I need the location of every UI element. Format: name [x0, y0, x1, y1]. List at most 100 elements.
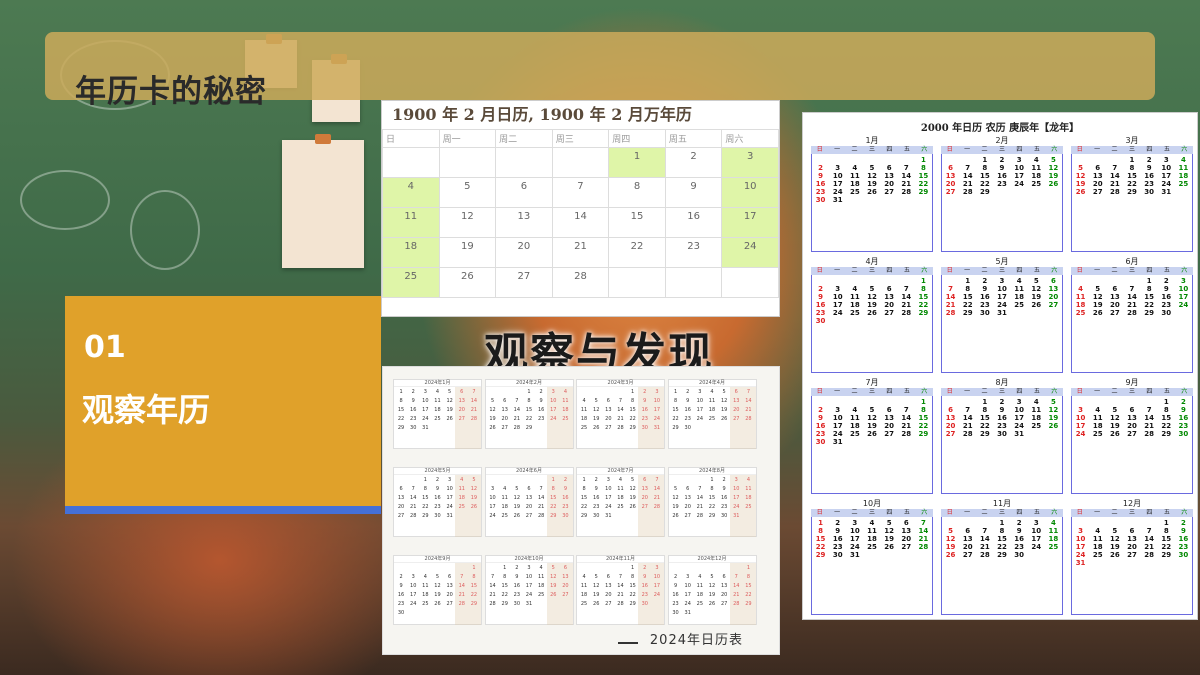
day: 24 — [410, 601, 417, 607]
day: 28 — [537, 513, 545, 519]
day: 17 — [1031, 535, 1042, 543]
day: 3 — [1078, 406, 1083, 414]
month-title: 2024年4月 — [668, 380, 756, 387]
weekday-header: 一 — [1094, 146, 1101, 153]
day: 27 — [684, 513, 691, 519]
day: 12 — [489, 407, 496, 413]
weekday-header: 一 — [964, 146, 971, 153]
day: 14 — [901, 293, 912, 301]
day: 31 — [422, 425, 429, 431]
day: 26 — [513, 513, 521, 519]
day: 20 — [884, 422, 894, 430]
day: 27 — [945, 430, 956, 438]
day: 16 — [1014, 535, 1024, 543]
day: 6 — [503, 398, 507, 404]
day: 11 — [1031, 406, 1042, 414]
day-cell: 23 — [664, 237, 723, 268]
day: 27 — [1109, 309, 1120, 317]
day: 28 — [962, 430, 973, 438]
day: 7 — [515, 398, 519, 404]
day: 14 — [945, 293, 956, 301]
day: 17 — [1075, 422, 1086, 430]
day: 6 — [965, 527, 971, 535]
day: 29 — [422, 513, 429, 519]
day: 11 — [1014, 285, 1024, 293]
day-cell: 11 — [382, 207, 440, 238]
day: 23 — [513, 592, 521, 598]
calendar-1900-header: 1900 年 2 月日历, 1900 年 2 月万年历 — [392, 105, 692, 124]
day: 7 — [920, 519, 926, 527]
day: 29 — [815, 551, 826, 559]
day: 21 — [537, 504, 545, 510]
day: 18 — [501, 504, 508, 510]
day: 31 — [832, 438, 843, 446]
day: 18 — [1031, 172, 1042, 180]
day: 17 — [489, 504, 496, 510]
day: 2 — [999, 156, 1005, 164]
day: 21 — [1127, 301, 1137, 309]
day: 30 — [1161, 309, 1172, 317]
weekday-header: 三 — [868, 146, 875, 153]
weekday-header: 二 — [1111, 388, 1118, 395]
day: 20 — [397, 504, 405, 510]
weekday-header: 日 — [946, 146, 953, 153]
day: 29 — [580, 513, 588, 519]
day: 7 — [1146, 406, 1152, 414]
day: 13 — [446, 583, 453, 589]
day: 23 — [1178, 422, 1189, 430]
day: 29 — [918, 188, 929, 196]
day: 19 — [867, 180, 877, 188]
day: 13 — [884, 414, 894, 422]
day: 30 — [815, 196, 826, 204]
day: 17 — [1161, 172, 1172, 180]
weekday-header: 四 — [1016, 509, 1023, 516]
day: 5 — [1112, 527, 1118, 535]
weekday-header: 三 — [998, 267, 1005, 274]
day: 29 — [979, 188, 990, 196]
day-cell: 12 — [438, 207, 497, 238]
day: 18 — [849, 422, 860, 430]
day: 24 — [849, 543, 860, 551]
month-title: 2024年12月 — [668, 556, 756, 563]
day: 13 — [605, 583, 612, 589]
day: 22 — [1161, 543, 1172, 551]
day: 3 — [1163, 156, 1169, 164]
weekday-header: 六 — [1051, 388, 1058, 395]
day-cell: 19 — [438, 237, 497, 268]
day: 3 — [835, 285, 841, 293]
day: 25 — [1031, 180, 1042, 188]
day: 29 — [997, 551, 1007, 559]
day: 14 — [1144, 535, 1154, 543]
weekday-header: 三 — [868, 509, 875, 516]
day: 27 — [945, 188, 956, 196]
day: 11 — [1031, 164, 1042, 172]
day: 13 — [605, 407, 612, 413]
weekday-header: 六 — [1181, 509, 1188, 516]
day: 19 — [1109, 422, 1120, 430]
day: 26 — [867, 309, 877, 317]
day: 28 — [1144, 551, 1154, 559]
day: 2 — [818, 164, 823, 172]
day: 22 — [918, 422, 929, 430]
day: 3 — [698, 389, 702, 395]
weekday-header: 二 — [981, 388, 988, 395]
day: 4 — [1050, 519, 1056, 527]
day: 16 — [1178, 414, 1189, 422]
weekday-header: 三 — [1128, 267, 1135, 274]
day: 9 — [1180, 406, 1186, 414]
day: 29 — [1161, 551, 1172, 559]
day: 10 — [489, 495, 496, 501]
day: 8 — [673, 398, 678, 404]
day: 9 — [1180, 527, 1186, 535]
day: 26 — [1109, 551, 1120, 559]
day: 1 — [399, 389, 403, 395]
day: 3 — [686, 574, 690, 580]
day: 7 — [490, 574, 495, 580]
day: 22 — [815, 543, 826, 551]
day: 25 — [501, 513, 508, 519]
day: 9 — [399, 583, 403, 589]
month-2024: 2024年11月00001234567891011121314151617181… — [576, 555, 665, 625]
day: 11 — [1075, 293, 1086, 301]
day: 10 — [422, 398, 429, 404]
day: 26 — [720, 416, 728, 422]
